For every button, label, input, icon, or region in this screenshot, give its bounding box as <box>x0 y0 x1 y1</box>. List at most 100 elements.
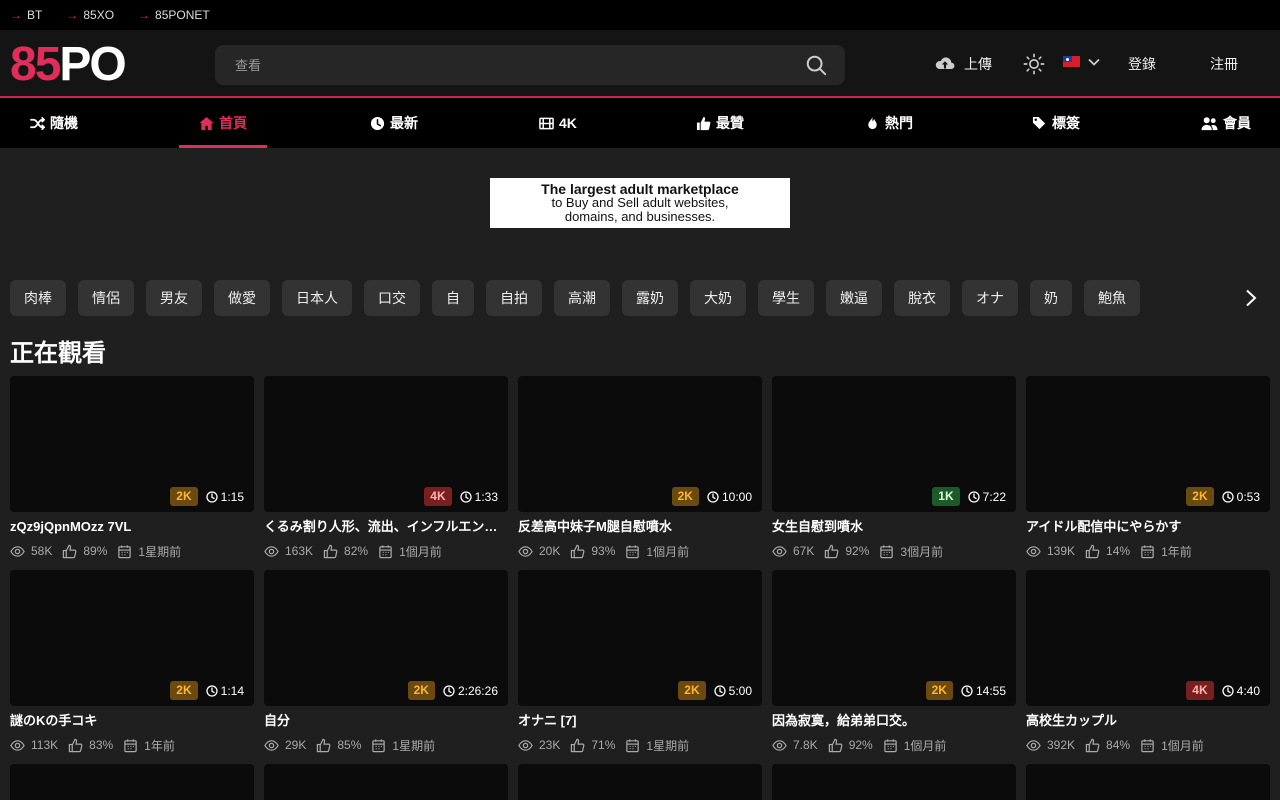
video-card[interactable]: 2K 5:00 オナニ [7] 23K 71% 1星期前 <box>518 570 762 753</box>
video-meta: 7.8K 92% 1個月前 <box>772 737 1016 753</box>
quality-badge: 2K <box>678 681 706 700</box>
video-thumbnail[interactable]: 2K 1:15 <box>10 376 254 512</box>
views-count: 163K <box>285 544 314 558</box>
tag-chip[interactable]: 鮑魚 <box>1084 280 1140 316</box>
quality-badge: 1K <box>932 487 960 506</box>
tag-chip[interactable]: 學生 <box>758 280 814 316</box>
duration: 0:53 <box>1221 490 1260 504</box>
video-thumbnail[interactable]: 2K 14:55 <box>772 570 1016 706</box>
video-title[interactable]: オナニ [7] <box>518 712 762 730</box>
video-title[interactable]: 高校生カップル <box>1026 712 1270 730</box>
tag-chip[interactable]: 高潮 <box>554 280 610 316</box>
toplink-85ponet[interactable]: → 85PONET <box>138 8 210 22</box>
video-title[interactable]: zQz9jQpnMOzz 7VL <box>10 518 254 536</box>
video-card[interactable]: 2K 2:26:26 自分 29K 85% 1星期前 <box>264 570 508 753</box>
video-meta: 163K 82% 1個月前 <box>264 543 508 559</box>
video-card[interactable]: 4K 1:33 くるみ割り人形、流出、インフルエンサー、素人 163K 82% 1個月前 <box>264 376 508 559</box>
nav-popular[interactable]: 熱門 <box>865 98 913 148</box>
tag-chip[interactable]: 日本人 <box>282 280 352 316</box>
nav-home[interactable]: 首頁 <box>179 98 267 148</box>
video-thumbnail-partial[interactable] <box>772 764 1016 800</box>
nav-latest[interactable]: 最新 <box>370 98 418 148</box>
video-card[interactable]: 1K 7:22 女生自慰到噴水 67K 92% 3個月前 <box>772 376 1016 559</box>
tag-chip[interactable]: 肉棒 <box>10 280 66 316</box>
theme-toggle-sun-icon[interactable] <box>1023 53 1045 75</box>
video-title[interactable]: 因為寂寞，給弟弟口交。 <box>772 712 1016 730</box>
thumbs-up-icon <box>1085 738 1100 752</box>
video-title[interactable]: 女生自慰到噴水 <box>772 518 1016 536</box>
video-thumbnail[interactable]: 4K 4:40 <box>1026 570 1270 706</box>
nav-top-rated[interactable]: 最贊 <box>696 98 744 148</box>
video-thumbnail[interactable]: 2K 0:53 <box>1026 376 1270 512</box>
tag-chip[interactable]: 露奶 <box>622 280 678 316</box>
upload-button[interactable]: 上傳 <box>934 54 992 74</box>
video-title[interactable]: 反差高中妹子M腿自慰噴水 <box>518 518 762 536</box>
video-card[interactable]: 2K 10:00 反差高中妹子M腿自慰噴水 20K 93% 1個月前 <box>518 376 762 559</box>
video-thumbnail-partial[interactable] <box>264 764 508 800</box>
search-input[interactable] <box>235 57 795 73</box>
quality-badge: 2K <box>170 487 198 506</box>
nav-random[interactable]: 隨機 <box>30 98 78 148</box>
ad-area: The largest adult marketplace to Buy and… <box>0 148 1280 272</box>
video-card[interactable]: 2K 1:14 謎のKの手コキ 113K 83% 1年前 <box>10 570 254 753</box>
video-card[interactable]: 2K 0:53 アイドル配信中にやらかす 139K 14% 1年前 <box>1026 376 1270 559</box>
thumbnail-badges: 2K 1:14 <box>170 681 244 700</box>
tag-chip[interactable]: 大奶 <box>690 280 746 316</box>
quality-badge: 4K <box>424 487 452 506</box>
upload-age-text: 1個月前 <box>1161 738 1204 753</box>
video-thumbnail[interactable]: 2K 10:00 <box>518 376 762 512</box>
rating-value: 92% <box>845 544 870 558</box>
tag-chip[interactable]: 口交 <box>364 280 420 316</box>
duration: 1:15 <box>205 490 244 504</box>
video-thumbnail[interactable]: 2K 1:14 <box>10 570 254 706</box>
video-title[interactable]: くるみ割り人形、流出、インフルエンサー、素人 <box>264 518 508 536</box>
nav-4k[interactable]: 4K <box>539 98 577 148</box>
tag-chip[interactable]: 自 <box>432 280 474 316</box>
tag-chip[interactable]: 奶 <box>1030 280 1072 316</box>
cloud-upload-icon <box>935 57 955 69</box>
language-selector[interactable] <box>1063 56 1100 67</box>
tag-chip[interactable]: 嫩逼 <box>826 280 882 316</box>
register-button[interactable]: 注冊 <box>1210 54 1238 74</box>
tags-next-button[interactable] <box>1222 280 1280 316</box>
upload-age-text: 1星期前 <box>138 544 182 559</box>
video-thumbnail-partial[interactable] <box>1026 764 1270 800</box>
tag-chip[interactable]: 脫衣 <box>894 280 950 316</box>
rating: 84% <box>1085 738 1130 753</box>
video-card[interactable]: 2K 14:55 因為寂寞，給弟弟口交。 7.8K 92% 1個月前 <box>772 570 1016 753</box>
nav-tags[interactable]: 標簽 <box>1032 98 1080 148</box>
ad-banner[interactable]: The largest adult marketplace to Buy and… <box>490 178 790 228</box>
toplink-bt[interactable]: → BT <box>10 8 42 22</box>
clock-icon <box>707 490 719 503</box>
views: 392K <box>1026 738 1075 753</box>
video-card[interactable]: 2K 1:15 zQz9jQpnMOzz 7VL 58K 89% 1星期前 <box>10 376 254 559</box>
calendar-icon <box>1141 738 1154 752</box>
tag-chip[interactable]: オナ <box>962 280 1018 316</box>
video-thumbnail-partial[interactable] <box>518 764 762 800</box>
toplink-85xo[interactable]: → 85XO <box>66 8 114 22</box>
site-logo[interactable]: 85 PO <box>10 38 127 91</box>
nav-members[interactable]: 會員 <box>1201 98 1251 148</box>
search-icon[interactable] <box>805 54 827 76</box>
video-title[interactable]: 自分 <box>264 712 508 730</box>
tag-chip[interactable]: 情侶 <box>78 280 134 316</box>
video-thumbnail-partial[interactable] <box>10 764 254 800</box>
video-card[interactable]: 4K 4:40 高校生カップル 392K 84% 1個月前 <box>1026 570 1270 753</box>
video-title[interactable]: アイドル配信中にやらかす <box>1026 518 1270 536</box>
calendar-icon <box>883 738 897 752</box>
views-count: 58K <box>31 544 53 558</box>
upload-age: 1個月前 <box>1140 737 1204 754</box>
video-thumbnail[interactable]: 2K 5:00 <box>518 570 762 706</box>
login-button[interactable]: 登錄 <box>1128 54 1156 74</box>
video-thumbnail[interactable]: 4K 1:33 <box>264 376 508 512</box>
video-thumbnail[interactable]: 2K 2:26:26 <box>264 570 508 706</box>
video-thumbnail[interactable]: 1K 7:22 <box>772 376 1016 512</box>
clock-icon <box>967 490 980 503</box>
calendar-icon <box>880 544 894 558</box>
video-title[interactable]: 謎のKの手コキ <box>10 712 254 730</box>
tag-chip[interactable]: 自拍 <box>486 280 542 316</box>
logo-part2: PO <box>59 38 126 91</box>
tag-chip[interactable]: 做愛 <box>214 280 270 316</box>
upload-age-text: 1星期前 <box>392 738 436 753</box>
tag-chip[interactable]: 男友 <box>146 280 202 316</box>
